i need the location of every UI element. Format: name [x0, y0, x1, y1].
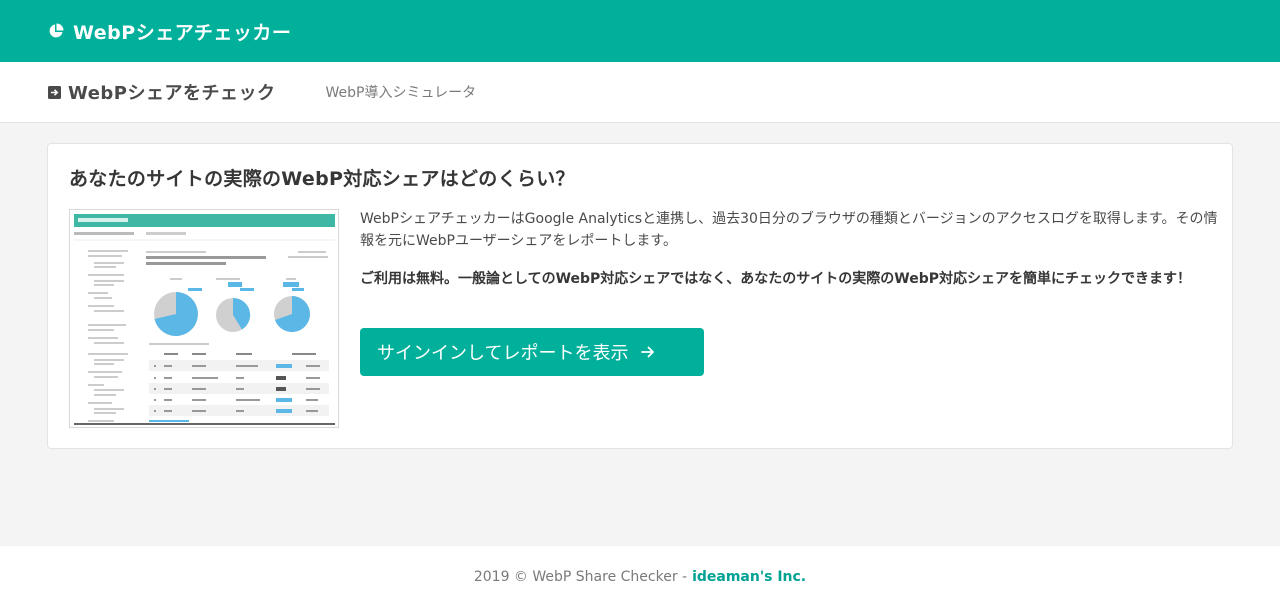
top-header: WebPシェアチェッカー: [0, 0, 1280, 62]
signin-report-button-label: サインインしてレポートを表示: [377, 343, 629, 364]
description-text: WebPシェアチェッカーはGoogle Analyticsと連携し、過去30日分…: [360, 211, 1218, 249]
footer-copyright: 2019 © WebP Share Checker -: [473, 569, 688, 585]
nav-item-check-share-label: WebPシェアをチェック: [68, 83, 276, 104]
description-bold-text: ご利用は無料。一般論としてのWebP対応シェアではなく、あなたのサイトの実際のW…: [360, 271, 1192, 287]
nav-item-simulator[interactable]: WebP導入シミュレータ: [326, 82, 477, 102]
report-preview-image: [69, 209, 339, 428]
brand-title[interactable]: WebPシェアチェッカー: [73, 18, 291, 45]
arrow-right-icon: [641, 346, 655, 358]
main-card: あなたのサイトの実際のWebP対応シェアはどのくらい？ WebPシェアチェッカー…: [47, 143, 1233, 449]
pie-chart-3: [274, 296, 310, 332]
page-title: あなたのサイトの実際のWebP対応シェアはどのくらい？: [69, 168, 575, 190]
footer: 2019 © WebP Share Checker - ideaman's In…: [0, 546, 1280, 608]
pie-chart-1: [154, 292, 198, 336]
pie-chart-2: [216, 297, 251, 332]
pie-chart-icon: [49, 23, 64, 38]
signin-report-button[interactable]: サインインしてレポートを表示: [360, 328, 704, 376]
arrow-right-square-icon: [48, 85, 61, 99]
nav-bar: WebPシェアをチェック WebP導入シミュレータ: [0, 62, 1280, 123]
report-screenshot-thumbnail: [70, 210, 338, 427]
footer-company-link[interactable]: ideaman's Inc.: [692, 569, 806, 585]
nav-item-check-share[interactable]: WebPシェアをチェック: [48, 79, 276, 105]
